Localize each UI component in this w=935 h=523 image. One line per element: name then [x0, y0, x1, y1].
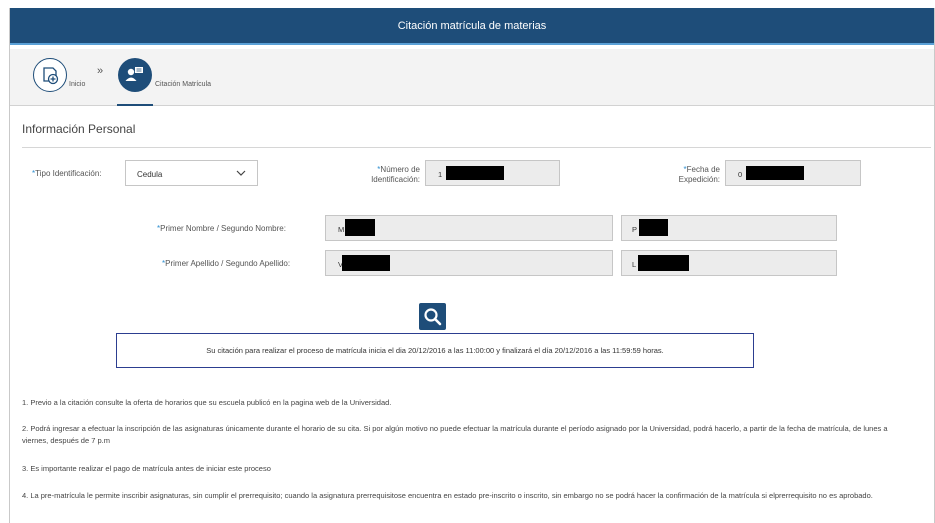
numero-identificacion-label: *Número de Identificación:: [371, 165, 420, 184]
segundo-nombre-field[interactable]: P: [621, 215, 837, 241]
primer-apellido-field[interactable]: V: [325, 250, 613, 276]
redaction-bar: [345, 219, 375, 236]
citation-notice: Su citación para realizar el proceso de …: [116, 333, 754, 368]
step-citacion-button[interactable]: [118, 58, 152, 92]
tipo-identificacion-select[interactable]: Cedula: [125, 160, 258, 186]
redaction-bar: [342, 255, 390, 271]
wizard-steps: Inicio » Citación Matrícula: [10, 49, 934, 106]
redaction-bar: [746, 166, 804, 180]
fecha-expedicion-label: *Fecha de Expedición:: [678, 165, 720, 184]
note-1: 1. Previo a la citación consulte la ofer…: [22, 398, 392, 407]
tipo-identificacion-label: *Tipo Identificación:: [32, 169, 102, 178]
redaction-bar: [638, 255, 689, 271]
segundo-apellido-field[interactable]: L: [621, 250, 837, 276]
double-chevron-right-icon: »: [97, 65, 104, 77]
note-3: 3. Es importante realizar el pago de mat…: [22, 464, 271, 473]
student-card-icon: [125, 67, 143, 81]
numero-identificacion-field[interactable]: 1: [425, 160, 560, 186]
step-citacion-label: Citación Matrícula: [155, 81, 212, 88]
search-button[interactable]: [419, 303, 446, 330]
page-title: Citación matrícula de materias: [397, 20, 547, 32]
fecha-expedicion-field[interactable]: 0: [725, 160, 861, 186]
chevron-down-icon: [236, 170, 246, 176]
nombres-label: *Primer Nombre / Segundo Nombre:: [157, 224, 286, 233]
active-step-indicator: [117, 104, 153, 106]
tipo-identificacion-value: Cedula: [137, 170, 163, 179]
section-title: Información Personal: [22, 122, 136, 136]
step-inicio-button[interactable]: [33, 58, 67, 92]
note-2: 2. Podrá ingresar a efectuar la inscripc…: [22, 424, 888, 445]
add-document-icon: [43, 67, 59, 85]
search-icon: [424, 308, 442, 326]
page-frame: Citación matrícula de materias Inicio » …: [9, 8, 935, 523]
section-divider: [22, 147, 931, 148]
apellidos-label: *Primer Apellido / Segundo Apellido:: [162, 259, 291, 268]
page-header: Citación matrícula de materias: [10, 8, 934, 45]
note-4: 4. La pre-matrícula le permite inscribir…: [22, 491, 873, 500]
redaction-bar: [446, 166, 504, 180]
redaction-bar: [639, 219, 668, 236]
primer-nombre-field[interactable]: M: [325, 215, 613, 241]
step-inicio-label: Inicio: [69, 81, 86, 88]
